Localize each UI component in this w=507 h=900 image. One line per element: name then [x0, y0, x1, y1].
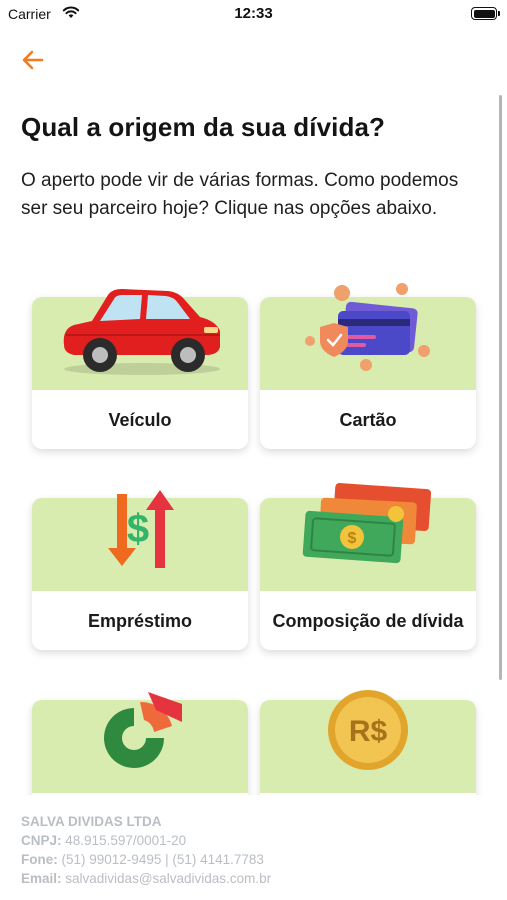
loan-arrows-icon: $: [108, 490, 174, 568]
option-label: [32, 793, 248, 795]
car-icon: [63, 289, 220, 375]
credit-card-icon: [305, 283, 430, 371]
footer: SALVA DIVIDAS LTDA CNPJ: 48.915.597/0001…: [21, 812, 271, 888]
option-label: [260, 793, 476, 795]
svg-text:$: $: [127, 507, 149, 551]
option-label: Cartão: [339, 409, 397, 430]
option-card-emprestimo[interactable]: $ Empréstimo: [32, 490, 248, 650]
option-card-6[interactable]: R$: [260, 690, 476, 795]
option-card-composicao-de-divida[interactable]: $ Composição de dívida: [260, 482, 476, 650]
option-label: Empréstimo: [87, 610, 193, 631]
footer-cnpj: CNPJ: 48.915.597/0001-20: [21, 833, 187, 848]
footer-company: SALVA DIVIDAS LTDA: [21, 814, 162, 829]
option-label: Composição de dívida: [272, 610, 464, 631]
option-label: Veículo: [108, 409, 172, 430]
option-card-5[interactable]: [32, 692, 248, 795]
option-card-veiculo[interactable]: Veículo: [32, 289, 248, 449]
footer-phone: Fone: (51) 99012-9495 | (51) 4141.7783: [21, 852, 264, 867]
pie-chart-icon: [104, 692, 182, 768]
coin-icon: R$: [328, 690, 408, 770]
banknotes-icon: $: [302, 482, 432, 564]
footer-email: Email: salvadividas@salvadividas.com.br: [21, 871, 272, 886]
svg-text:$: $: [348, 530, 357, 547]
options-grid: Veículo Cartão $ Empréstimo $ Composição…: [0, 0, 507, 795]
svg-text:R$: R$: [349, 715, 388, 748]
option-card-cartao[interactable]: Cartão: [260, 283, 476, 449]
